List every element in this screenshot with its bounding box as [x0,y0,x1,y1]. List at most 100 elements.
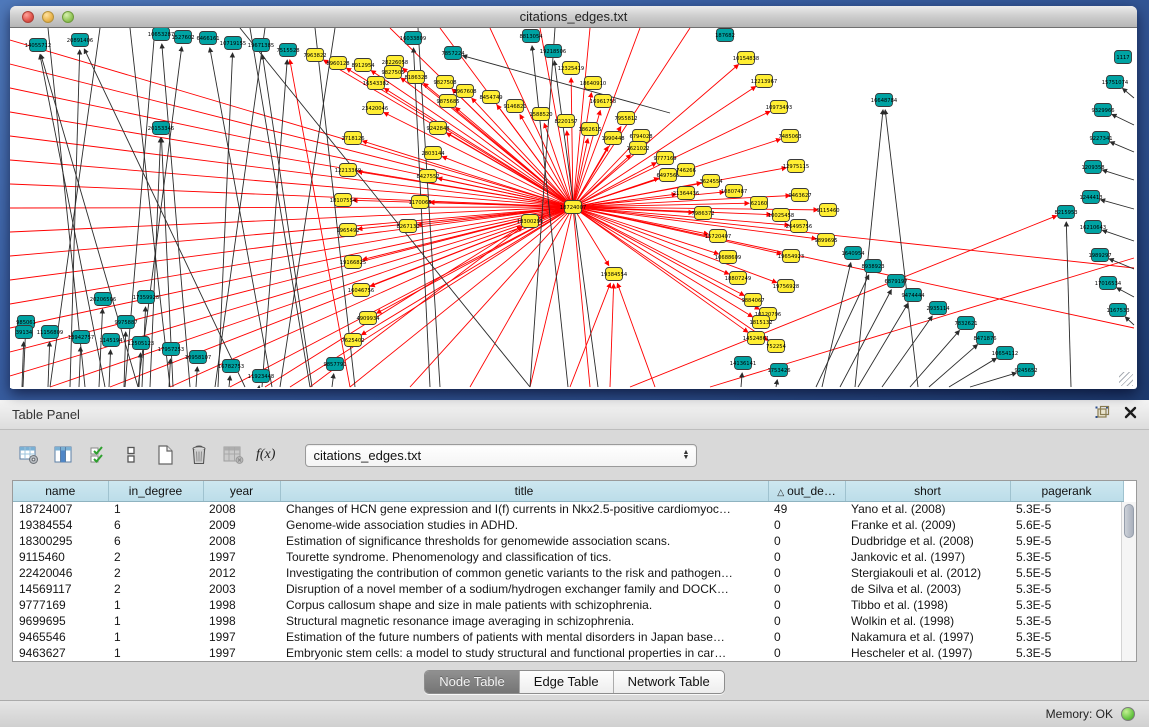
graph-node[interactable]: 15751074 [1102,76,1129,89]
cell-year[interactable]: 2008 [203,533,280,549]
tab-edge-table[interactable]: Edge Table [519,671,613,693]
table-row[interactable]: 1872400712008Changes of HCN gene express… [13,501,1123,517]
graph-node[interactable]: 1753426 [767,364,790,377]
cell-name[interactable]: 14569117 [13,581,108,597]
memory-status-icon[interactable] [1121,707,1135,721]
graph-edge[interactable] [10,207,573,304]
graph-edge[interactable] [10,184,573,207]
cell-pagerank[interactable]: 5.9E-5 [1010,533,1123,549]
graph-node[interactable]: 9827508 [433,76,456,89]
cell-pagerank[interactable]: 5.3E-5 [1010,645,1123,661]
graph-node[interactable]: 9857791 [323,358,346,371]
cell-year[interactable]: 2008 [203,501,280,517]
cell-name[interactable]: 9465546 [13,629,108,645]
cell-in_degree[interactable]: 1 [108,613,203,629]
node-table[interactable]: namein_degreeyeartitle△out_de…shortpager… [12,480,1137,662]
graph-node[interactable]: 1862615 [578,123,601,136]
cell-pagerank[interactable]: 5.3E-5 [1010,597,1123,613]
graph-node[interactable]: 10719155 [220,37,246,50]
graph-node[interactable]: 8220157 [554,115,577,128]
graph-node[interactable]: 9899695 [814,234,837,247]
cell-out_degree[interactable]: 49 [768,501,845,517]
table-chooser-dropdown[interactable]: citations_edges.txt ▲▼ [305,444,697,467]
graph-edge[interactable] [554,61,598,387]
column-header-title[interactable]: title [280,481,768,501]
graph-node[interactable]: 1989297 [1088,249,1111,262]
cell-short[interactable]: Yano et al. (2008) [845,501,1010,517]
graph-node[interactable]: 19166825 [340,256,366,269]
column-header-in_degree[interactable]: in_degree [108,481,203,501]
graph-edge[interactable] [10,88,573,207]
function-builder-icon[interactable]: f(x) [256,444,275,466]
graph-node[interactable]: 4909934 [356,312,380,325]
graph-node[interactable]: 9975887 [114,316,137,329]
cell-year[interactable]: 2012 [203,565,280,581]
cell-name[interactable]: 9463627 [13,645,108,661]
graph-edge[interactable] [970,373,1016,387]
graph-edge[interactable] [413,48,430,387]
cell-pagerank[interactable]: 5.3E-5 [1010,549,1123,565]
cell-title[interactable]: Disruption of a novel member of a sodium… [280,581,768,597]
graph-edge[interactable] [1112,114,1134,125]
graph-node[interactable]: 9146821 [503,100,526,113]
cell-in_degree[interactable]: 6 [108,517,203,533]
graph-node[interactable]: 9227341 [1089,132,1112,145]
cell-in_degree[interactable]: 2 [108,565,203,581]
cell-short[interactable]: Nakamura et al. (1997) [845,629,1010,645]
table-row[interactable]: 1830029562008Estimation of significance … [13,533,1123,549]
graph-node[interactable]: 16648784 [871,94,898,107]
cell-out_degree[interactable]: 0 [768,565,845,581]
graph-node[interactable]: 62160 [751,197,768,210]
graph-node[interactable]: 2718126 [341,132,364,145]
window-resize-grip[interactable] [1119,372,1133,386]
graph-node[interactable]: 2935114 [926,302,950,315]
graph-node[interactable]: 7857224 [441,47,465,60]
graph-node[interactable]: 9463627 [788,189,811,202]
graph-node[interactable]: 12975115 [783,160,809,173]
cell-name[interactable]: 18300295 [13,533,108,549]
cell-out_degree[interactable]: 0 [768,597,845,613]
graph-node[interactable]: 1170065 [408,196,431,209]
cell-out_degree[interactable]: 0 [768,517,845,533]
select-all-icon[interactable] [86,444,108,466]
graph-node[interactable]: 9827505 [381,66,404,79]
graph-node[interactable]: 16033809 [400,32,426,45]
graph-node[interactable]: 7485063 [778,130,801,143]
graph-node[interactable]: 8912954 [351,59,375,72]
table-settings-icon[interactable] [18,444,40,466]
graph-node[interactable]: 2803144 [421,147,445,160]
cell-year[interactable]: 1997 [203,629,280,645]
graph-node[interactable]: 7625402 [341,334,364,347]
graph-node[interactable]: 6794028 [629,130,652,143]
cell-name[interactable]: 9699695 [13,613,108,629]
cell-in_degree[interactable]: 1 [108,645,203,661]
cell-short[interactable]: de Silva et al. (2003) [845,581,1010,597]
graph-node[interactable]: 9242848 [426,122,449,135]
network-canvas[interactable]: 1872400718300295193845549146821158852082… [10,28,1135,388]
selection-list-icon[interactable] [120,444,142,466]
minimize-window-button[interactable] [42,11,54,23]
network-window-titlebar[interactable]: citations_edges.txt [10,6,1137,28]
graph-edge[interactable] [573,207,590,387]
graph-node[interactable]: 8267130 [396,220,419,233]
graph-node[interactable]: 7832621 [954,317,977,330]
graph-edge[interactable] [332,374,334,387]
graph-edge[interactable] [50,207,573,387]
graph-edge[interactable] [10,112,573,207]
cell-short[interactable]: Franke et al. (2009) [845,517,1010,533]
graph-node[interactable]: 9777169 [653,152,676,165]
graph-node[interactable]: 9115460 [816,204,839,217]
graph-edge[interactable] [822,263,851,387]
cell-title[interactable]: Genome-wide association studies in ADHD. [280,517,768,533]
close-panel-icon[interactable] [1124,406,1137,424]
graph-edge[interactable] [350,207,573,387]
graph-node[interactable]: 1990448 [601,132,624,145]
graph-node[interactable]: 8471876 [973,332,996,345]
graph-edge[interactable] [776,380,777,387]
cell-out_degree[interactable]: 0 [768,549,845,565]
graph-edge[interactable] [573,207,744,295]
graph-edge[interactable] [1103,170,1134,180]
graph-node[interactable]: 8813054 [519,30,543,43]
cell-title[interactable]: Tourette syndrome. Phenomenology and cla… [280,549,768,565]
table-row[interactable]: 977716911998Corpus callosum shape and si… [13,597,1123,613]
